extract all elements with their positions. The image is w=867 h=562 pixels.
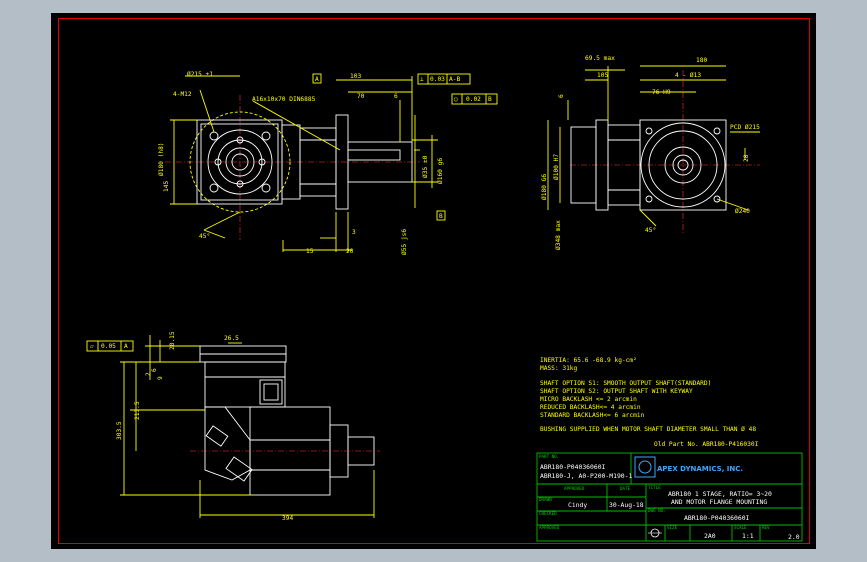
dim-pilot-g6: Ø180 G6 [540, 174, 548, 200]
tb-dwg-no-label: DWG NO. [648, 508, 666, 513]
tol1-value: 0.03 [430, 76, 445, 83]
tb-size: 2A0 [704, 532, 716, 540]
dim-bolt-holes: 4 - Ø13 [675, 71, 701, 79]
dim-26-5: 26.5 [224, 335, 239, 342]
note-bushing: BUSHING SUPPLIED WHEN MOTOR SHAFT DIAMET… [540, 425, 756, 433]
tb-dwg-no: ABR180-P04036060I [684, 514, 750, 522]
dim-tap-holes: 4-M12 [173, 91, 192, 98]
tb-rev: 2.0 [788, 533, 800, 541]
dim-pcd: PCD Ø215 [730, 123, 760, 131]
tb-part-no-2: ABR180-J, A0-P200-M190-1 [540, 472, 632, 480]
dim-348: Ø348 max [554, 220, 562, 250]
dim-square: 145 [163, 181, 170, 192]
top-right-view: 69.5 max 180 105 4 - Ø13 76 H9 PCD Ø215 … [540, 55, 760, 250]
front-tol-symbol: ▱ [90, 343, 94, 350]
dim-15: 15 [306, 248, 314, 255]
dim-bore: 76 H9 [652, 89, 671, 96]
dim-6-front: 6 [151, 368, 158, 372]
note-inertia: INERTIA: 65.6 -68.9 kg-cm² [540, 357, 637, 364]
tb-drawn-by: Cindy [568, 501, 587, 509]
dim-105: 105 [597, 72, 608, 79]
tb-rev-label: REV [762, 525, 770, 530]
dim-9: 9 [157, 376, 164, 380]
tb-part-no-label: PART NO. [539, 454, 559, 459]
tol2-ref: B [488, 96, 492, 103]
tb-part-no-1: ABR180-P04036060I [540, 463, 606, 471]
tb-size-label: SIZE [667, 525, 678, 530]
front-tol-ref: A [124, 343, 128, 350]
tb-scale-label: SCALE [734, 525, 747, 530]
title-block: PART NO. ABR180-P04036060I ABR180-J, A0-… [536, 452, 803, 542]
dim-h7: Ø100 H7 [552, 154, 560, 180]
dim-240: Ø240 [735, 207, 750, 215]
tb-approved-label: APPROVED [564, 486, 585, 491]
dim-180: 180 [696, 57, 707, 64]
note-line: MICRO BACKLASH <= 2 arcmin [540, 396, 637, 403]
dim-pilot: Ø160 g6 [436, 158, 444, 184]
dim-28: 28 [743, 154, 750, 162]
tb-title-label: TITLE [648, 485, 661, 490]
note-mass: MASS: 31kg [540, 365, 578, 372]
dim-394: 394 [282, 515, 293, 522]
dim-flange-dia: Ø215 ±1 [187, 70, 213, 78]
dim-spigot: Ø180 (h8) [157, 142, 165, 176]
dim-key: A16x10x70 DIN6885 [252, 96, 316, 103]
dim-3: 3 [352, 229, 356, 236]
front-tol-value: 0.05 [101, 343, 116, 350]
dim-303-5: 303.5 [116, 421, 123, 440]
tb-title-1: ABR180 1 STAGE, RATIO= 3~20 [668, 490, 772, 498]
dim-45: 45° [645, 226, 656, 234]
tb-title-2: AND MOTOR FLANGE MOUNTING [671, 498, 767, 506]
tb-checked-label: CHECKED [539, 511, 557, 516]
tb-date-label: DATE [620, 486, 631, 491]
tb-company: APEX DYNAMICS, INC. [657, 465, 743, 473]
bottom-left-view: 26.5 20.15 2 6 9 213.5 303.5 394 ▱ 0.05 … [86, 331, 380, 522]
dim-69-5: 69.5 max [585, 55, 615, 62]
dim-bearing: Ø55 js6 [400, 229, 408, 255]
tb-scale: 1:1 [742, 532, 754, 540]
tol1-ref: A-B [449, 76, 460, 83]
note-line: SHAFT OPTION S2: OUTPUT SHAFT WITH KEYWA… [540, 388, 693, 395]
dim-213-5: 213.5 [134, 401, 141, 420]
tb-drawn-label: DRAWN [539, 497, 552, 502]
note-line: REDUCED BACKLASH<= 4 arcmin [540, 404, 641, 411]
cad-drawing: Ø215 ±1 4-M12 145 Ø180 (h8) A16x10x70 DI… [86, 55, 803, 542]
dim-angle: 45° [199, 232, 210, 240]
notes: INERTIA: 65.6 -68.9 kg-cm² MASS: 31kg SH… [540, 357, 759, 448]
tb-approved2-label: APPROVED [539, 525, 560, 530]
tb-date: 30-Aug-18 [609, 501, 644, 509]
top-left-view: Ø215 ±1 4-M12 145 Ø180 (h8) A16x10x70 DI… [157, 70, 498, 255]
tol2-symbol: ○ [454, 96, 458, 103]
note-line: STANDARD BACKLASH<= 6 arcmin [540, 412, 645, 419]
dim-20-15: 20.15 [169, 331, 176, 350]
company-logo-icon [634, 456, 656, 478]
note-old-part: Old Part No. ABR180-P416030I [654, 441, 759, 448]
dim-6-top: 6 [558, 94, 565, 98]
datum-a: A [315, 76, 319, 83]
dim-20: 20 [346, 248, 354, 255]
dim-6: 6 [394, 93, 398, 100]
note-line: SHAFT OPTION S1: SMOOTH OUTPUT SHAFT(STA… [540, 380, 711, 387]
tol2-value: 0.02 [466, 96, 481, 103]
tol1-symbol: ⊥ [420, 76, 424, 83]
dim-shaft: Ø35 ±0 [421, 155, 429, 178]
dim-103: 103 [350, 73, 361, 80]
datum-b: B [439, 213, 443, 220]
dim-70: 70 [357, 93, 365, 100]
